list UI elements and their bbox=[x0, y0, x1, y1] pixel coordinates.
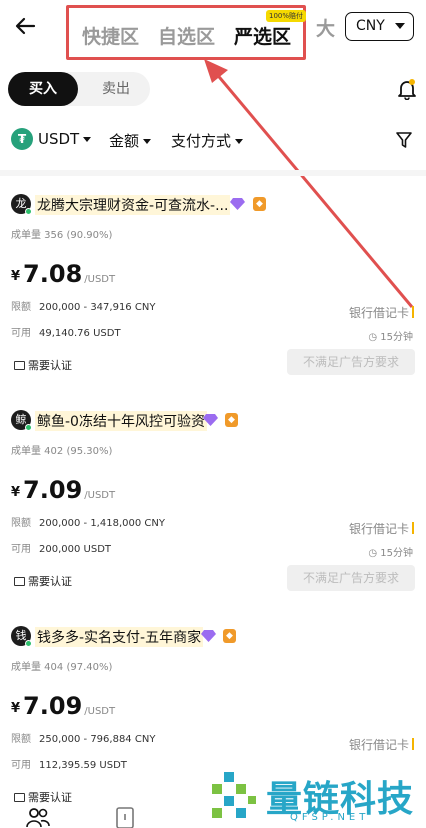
diamond-icon bbox=[230, 198, 245, 210]
document-icon[interactable] bbox=[113, 806, 139, 828]
limit-range: 限额 200,000 - 347,916 CNY bbox=[11, 302, 156, 313]
price: ¥7.09/USDT bbox=[11, 476, 116, 504]
order-count: 成单量 404 (97.40%) bbox=[11, 662, 113, 673]
limit-range: 限额 250,000 - 796,884 CNY bbox=[11, 734, 156, 745]
currency-select[interactable]: CNY bbox=[345, 12, 414, 41]
coin-filter-label: USDT bbox=[38, 130, 80, 148]
tab-large[interactable]: 大 bbox=[316, 14, 335, 41]
available-amount: 可用 49,140.76 USDT bbox=[11, 328, 121, 339]
trade-direction-toggle: 买入 卖出 bbox=[8, 72, 150, 106]
avatar: 鲸 bbox=[11, 410, 32, 431]
shield-icon: ◆ bbox=[253, 197, 266, 211]
currency-label: CNY bbox=[356, 18, 385, 34]
filter-bar: USDT 金额 支付方式 bbox=[0, 126, 426, 158]
chevron-down-icon bbox=[83, 137, 92, 142]
buy-button-disabled[interactable]: 不满足广告方要求 bbox=[287, 349, 415, 375]
chevron-down-icon bbox=[143, 139, 152, 144]
merchant-name[interactable]: 鲸鱼-0冻结十年风控可验资 bbox=[35, 411, 207, 431]
sell-tab[interactable]: 卖出 bbox=[86, 72, 146, 106]
coin-filter[interactable]: USDT bbox=[38, 130, 92, 148]
payment-method: 银行借记卡 bbox=[349, 736, 414, 753]
available-amount: 可用 200,000 USDT bbox=[11, 544, 112, 555]
price: ¥7.09/USDT bbox=[11, 692, 116, 720]
verification-required: 需要认证 bbox=[14, 573, 72, 589]
available-amount: 可用 112,395.59 USDT bbox=[11, 760, 127, 771]
id-card-icon bbox=[14, 577, 25, 586]
amount-filter[interactable]: 金额 bbox=[109, 130, 152, 151]
price: ¥7.08/USDT bbox=[11, 260, 116, 288]
id-card-icon bbox=[14, 361, 25, 370]
merchant-name[interactable]: 龙腾大宗理财资金-可查流水-... bbox=[35, 195, 231, 215]
diamond-icon bbox=[203, 414, 218, 426]
avatar: 龙 bbox=[11, 194, 32, 215]
chevron-down-icon bbox=[235, 139, 244, 144]
payment-filter[interactable]: 支付方式 bbox=[171, 130, 244, 151]
buy-tab[interactable]: 买入 bbox=[8, 72, 78, 106]
watermark-subtext: QFSP.NET bbox=[290, 812, 370, 823]
limit-range: 限额 200,000 - 1,418,000 CNY bbox=[11, 518, 165, 529]
amount-filter-label: 金额 bbox=[109, 132, 140, 150]
guarantee-badge: 100%赔付 bbox=[266, 10, 307, 22]
online-dot bbox=[25, 640, 32, 647]
payment-time: ◷ 15分钟 bbox=[368, 332, 413, 343]
verification-required: 需要认证 bbox=[14, 357, 72, 373]
avatar: 钱 bbox=[11, 626, 32, 647]
online-dot bbox=[25, 424, 32, 431]
chevron-down-icon bbox=[395, 23, 405, 29]
back-arrow-icon[interactable] bbox=[12, 12, 40, 40]
tab-quick[interactable]: 快捷区 bbox=[82, 22, 139, 49]
header: 快捷区 自选区 严选区 100%赔付 大 CNY bbox=[0, 0, 426, 60]
zone-tabs-highlight: 快捷区 自选区 严选区 100%赔付 bbox=[66, 5, 307, 60]
order-count: 成单量 402 (95.30%) bbox=[11, 446, 113, 457]
order-count: 成单量 356 (90.90%) bbox=[11, 230, 113, 241]
diamond-icon bbox=[201, 630, 216, 642]
shield-icon: ◆ bbox=[225, 413, 238, 427]
ad-card[interactable]: 龙 龙腾大宗理财资金-可查流水-... ◆ 成单量 356 (90.90%) ¥… bbox=[0, 172, 426, 388]
tab-selected[interactable]: 严选区 bbox=[234, 22, 291, 49]
funnel-icon[interactable] bbox=[395, 131, 413, 149]
ad-card[interactable]: 鲸 鲸鱼-0冻结十年风控可验资 ◆ 成单量 402 (95.30%) ¥7.09… bbox=[0, 388, 426, 604]
bell-icon[interactable] bbox=[396, 78, 418, 100]
payment-time: ◷ 15分钟 bbox=[368, 548, 413, 559]
users-icon[interactable] bbox=[25, 806, 51, 828]
verification-required: 需要认证 bbox=[14, 789, 72, 805]
watermark-logo bbox=[212, 772, 256, 818]
payment-method: 银行借记卡 bbox=[349, 304, 414, 321]
payment-method: 银行借记卡 bbox=[349, 520, 414, 537]
buy-button-disabled[interactable]: 不满足广告方要求 bbox=[287, 565, 415, 591]
id-card-icon bbox=[14, 793, 25, 802]
payment-filter-label: 支付方式 bbox=[171, 132, 232, 150]
merchant-name[interactable]: 钱多多-实名支付-五年商家 bbox=[35, 627, 204, 647]
shield-icon: ◆ bbox=[223, 629, 236, 643]
online-dot bbox=[25, 208, 32, 215]
tab-favorites[interactable]: 自选区 bbox=[158, 22, 215, 49]
